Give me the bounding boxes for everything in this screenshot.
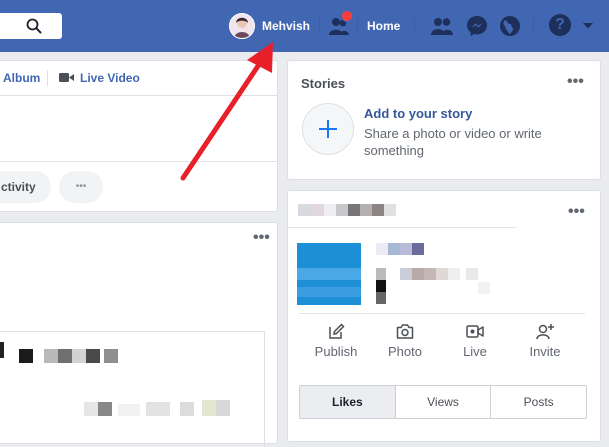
annotation-arrow: [180, 42, 273, 181]
